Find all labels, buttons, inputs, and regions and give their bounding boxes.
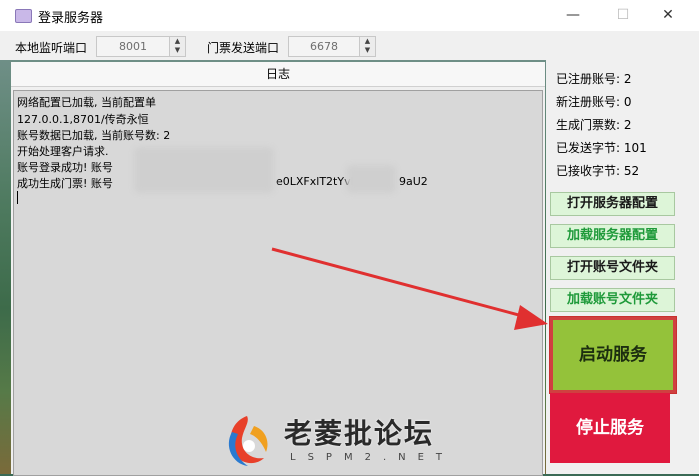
watermark-text: 老菱批论坛 xyxy=(284,417,435,450)
watermark-logo-icon xyxy=(228,416,268,466)
watermark-subtext: LSPM2.NET xyxy=(290,452,455,463)
annotation-arrow xyxy=(271,247,548,330)
arrow-shaft xyxy=(271,247,531,320)
arrow-head xyxy=(514,305,548,330)
